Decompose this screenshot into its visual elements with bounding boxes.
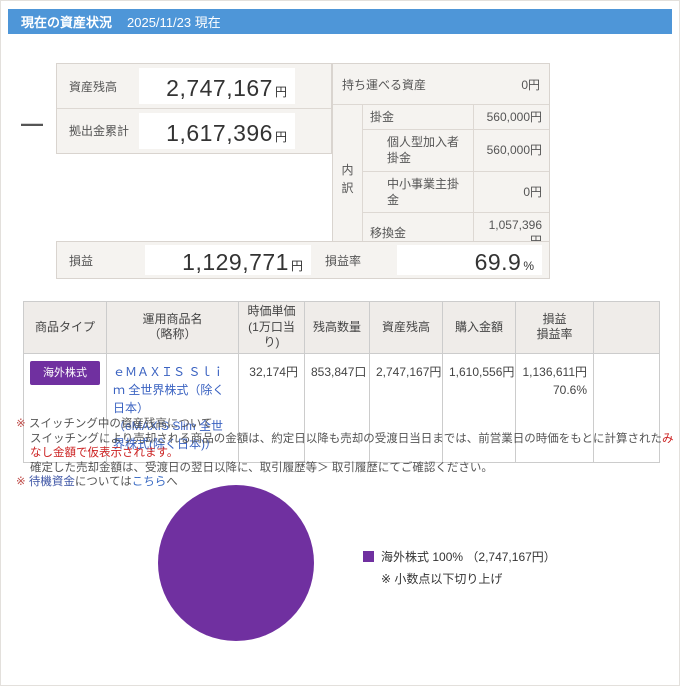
note-switching-title: スイッチング中の資産残高について <box>28 418 213 430</box>
asset-allocation-pie-chart <box>158 485 314 641</box>
contribution-total-value: 1,617,396 円 <box>139 112 295 149</box>
header-empty <box>593 301 660 354</box>
foreign-equity-badge: 海外株式 <box>30 360 100 386</box>
profit-rate-amount: 69.9 <box>474 249 522 275</box>
page-title-bar: 現在の資産状況 2025/11/23 現在 <box>8 9 672 34</box>
legend-label: 海外株式 <box>381 550 430 564</box>
header-profit-rate: 損益 損益率 <box>515 301 594 354</box>
asset-balance-row: 資産残高 2,747,167 円 <box>57 64 331 108</box>
standby-funds-link[interactable]: 待機資金 <box>29 476 75 488</box>
note-marker-1: ※ <box>16 418 26 430</box>
kakekin-value: 560,000円 <box>473 105 549 130</box>
small-business-contribution-value: 0円 <box>473 171 549 212</box>
portable-assets-value: 0円 <box>521 77 540 92</box>
breakdown-section: 内訳 掛金 560,000円 個人型加入者掛金 560,000円 中小事業主掛金… <box>333 105 549 254</box>
note-marker-2: ※ <box>16 476 26 488</box>
profit-loss-value: 1,129,771 円 <box>145 245 311 275</box>
asset-status-page: 現在の資産状況 2025/11/23 現在 — 資産残高 2,747,167 円… <box>0 0 680 686</box>
summary-breakdown-table: 持ち運べる資産 0円 内訳 掛金 560,000円 個人型加入者掛金 560,0… <box>332 63 550 255</box>
summary-balance-table: 資産残高 2,747,167 円 拠出金累計 1,617,396 円 <box>56 63 332 154</box>
profit-loss-label: 損益 <box>69 253 94 268</box>
profit-loss-amount: 1,129,771 <box>182 249 289 275</box>
legend-percent: 100% <box>432 549 464 564</box>
individual-contribution-value: 560,000円 <box>473 130 549 171</box>
profit-amount: 1,136,611円 <box>522 364 588 379</box>
as-of-date: 2025/11/23 現在 <box>127 15 221 30</box>
profit-loss-row: 損益 1,129,771 円 損益率 69.9 % <box>56 241 550 279</box>
kakekin-label: 掛金 <box>370 110 395 124</box>
pie-legend: 海外株式 100% （2,747,167円） ※ 小数点以下切り上げ <box>363 548 556 587</box>
note-standby-end: へ <box>166 476 178 488</box>
kochira-link[interactable]: こちら <box>132 476 167 488</box>
notes-section: ※ スイッチング中の資産残高について スイッチングにより売却される商品の金額は、… <box>16 417 674 490</box>
profit-loss-unit: 円 <box>290 259 303 273</box>
asset-balance-label: 資産残高 <box>69 79 118 94</box>
header-asset-balance: 資産残高 <box>369 301 443 354</box>
minus-sign: — <box>21 111 43 136</box>
header-product-name: 運用商品名 （略称） <box>106 301 239 354</box>
fund-name-link[interactable]: ｅＭＡＸＩＳ Ｓｌｉｍ 全世界株式（除く日本） <box>113 365 224 415</box>
breakdown-row-kakekin: 掛金 560,000円 <box>363 105 549 131</box>
asset-balance-value: 2,747,167 円 <box>139 68 295 104</box>
asset-balance-unit: 円 <box>274 85 287 99</box>
profit-rate-unit: % <box>523 259 534 273</box>
note-switching-body-1: スイッチングにより売却される商品の金額は、約定日以降も売却の受渡日当日までは、前… <box>16 432 674 461</box>
contribution-total-amount: 1,617,396 <box>166 119 273 146</box>
breakdown-row-small-business: 中小事業主掛金 0円 <box>363 171 549 213</box>
breakdown-row-individual: 個人型加入者掛金 560,000円 <box>363 130 549 172</box>
contribution-total-label: 拠出金累計 <box>69 124 130 138</box>
profit-rate-label: 損益率 <box>325 253 362 268</box>
legend-amount: （2,747,167円） <box>466 550 556 564</box>
header-unit-price: 時価単価 (1万口当り) <box>238 301 305 354</box>
product-table-header-row: 商品タイプ 運用商品名 （略称） 時価単価 (1万口当り) 残高数量 資産残高 … <box>23 301 660 354</box>
individual-contribution-label: 個人型加入者掛金 <box>387 135 460 166</box>
page-title: 現在の資産状況 <box>21 15 113 30</box>
foreign-equity-swatch-icon <box>363 551 374 562</box>
note-switching-text: スイッチングにより売却される商品の金額は、約定日以降も売却の受渡日当日までは、前… <box>30 432 663 445</box>
contribution-total-unit: 円 <box>274 129 287 144</box>
contribution-total-row: 拠出金累計 1,617,396 円 <box>57 108 331 152</box>
small-business-contribution-label: 中小事業主掛金 <box>387 176 460 207</box>
asset-balance-amount: 2,747,167 <box>166 75 273 101</box>
header-quantity: 残高数量 <box>304 301 370 354</box>
legend-row-foreign-equity: 海外株式 100% （2,747,167円） <box>363 548 556 565</box>
profit-rate: 70.6% <box>552 382 587 397</box>
profit-rate-value: 69.9 % <box>397 245 542 275</box>
portable-assets-row: 持ち運べる資産 0円 <box>333 64 549 105</box>
header-product-type: 商品タイプ <box>23 301 107 354</box>
note-standby-funds-line: ※ 待機資金についてはこちらへ <box>16 475 674 490</box>
note-switching-title-line: ※ スイッチング中の資産残高について <box>16 417 674 432</box>
note-standby-mid: については <box>74 476 132 488</box>
header-purchase-amount: 購入金額 <box>442 301 516 354</box>
legend-footnote: ※ 小数点以下切り上げ <box>381 572 503 586</box>
note-switching-body-2: 確定した売却金額は、受渡日の翌日以降に、取引履歴等＞ 取引履歴にてご確認ください… <box>30 461 493 474</box>
breakdown-label: 内訳 <box>333 105 363 254</box>
breakdown-rows: 掛金 560,000円 個人型加入者掛金 560,000円 中小事業主掛金 0円… <box>363 105 549 254</box>
portable-assets-label: 持ち運べる資産 <box>342 77 427 92</box>
